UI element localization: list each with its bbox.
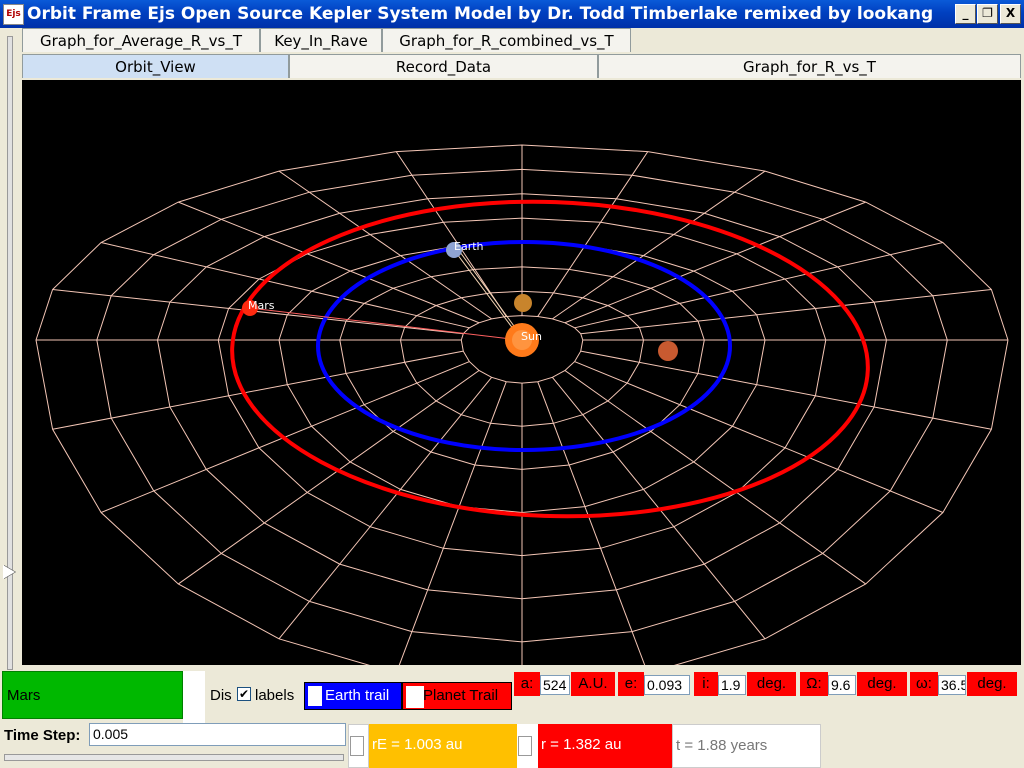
grid-spoke: [178, 201, 480, 324]
grid-spoke: [580, 350, 992, 430]
r-readout: r = 1.382 au: [538, 724, 672, 768]
close-button[interactable]: X: [1000, 4, 1021, 24]
tab-graph-r-vs-t[interactable]: Graph_for_R_vs_T: [598, 54, 1021, 78]
tab-graph-r-combined-vs-t[interactable]: Graph_for_R_combined_vs_T: [382, 28, 631, 52]
planet-select[interactable]: Mars: [2, 671, 183, 719]
re-readout: rE = 1.003 au: [369, 724, 517, 768]
grid-spoke: [395, 381, 507, 674]
grid-spoke: [52, 350, 464, 430]
omega-small-label: ω:: [910, 672, 938, 696]
orbit-scene[interactable]: Earth Mars Sun: [22, 80, 1021, 686]
earth-radius-line: [453, 249, 521, 339]
ejs-logo-icon: Ejs: [3, 4, 24, 25]
display-label: Dis: [210, 687, 232, 704]
tab-record-data[interactable]: Record_Data: [289, 54, 598, 78]
labels-checkbox[interactable]: ✔: [237, 687, 251, 701]
time-step-input[interactable]: 0.005: [89, 723, 346, 746]
re-color-swatch: [350, 736, 364, 756]
sun-label: Sun: [521, 330, 542, 343]
a-unit: A.U.: [571, 672, 615, 696]
tab-graph-average-r-vs-t[interactable]: Graph_for_Average_R_vs_T: [22, 28, 260, 52]
t-readout: t = 1.88 years: [672, 724, 821, 768]
omega-big-label: Ω:: [800, 672, 828, 696]
e-label: e:: [618, 672, 644, 696]
i-unit: deg.: [747, 672, 796, 696]
planet-trail-label: Planet Trail: [423, 687, 499, 704]
planet-trail-toggle[interactable]: Planet Trail: [402, 682, 512, 710]
earth-trail-swatch: [308, 686, 322, 706]
omega-small-unit: deg.: [967, 672, 1017, 696]
mars-label: Mars: [248, 299, 275, 312]
a-input[interactable]: 524: [540, 675, 570, 695]
mercury-planet: [514, 294, 532, 312]
earth-label: Earth: [454, 240, 484, 253]
earth-radius-line-2: [459, 251, 523, 338]
earth-trail-toggle[interactable]: Earth trail: [304, 682, 402, 710]
omega-big-input[interactable]: 9.6: [828, 675, 856, 695]
earth-trail-label: Earth trail: [325, 687, 390, 704]
grid-spoke: [564, 370, 866, 585]
polar-grid: [35, 144, 1009, 686]
mars-radius-line: [249, 307, 521, 341]
planet-select-arrow[interactable]: [183, 671, 205, 723]
grid-spoke: [395, 151, 507, 317]
tab-orbit-view[interactable]: Orbit_View: [22, 54, 289, 78]
restore-button[interactable]: ❐: [977, 4, 998, 24]
window-title: Orbit Frame Ejs Open Source Kepler Syste…: [27, 4, 934, 24]
tab-key-in-rave[interactable]: Key_In_Rave: [260, 28, 382, 52]
orbit-view-canvas[interactable]: Earth Mars Sun: [22, 80, 1021, 686]
grid-spoke: [537, 151, 649, 317]
vertical-slider[interactable]: [0, 28, 20, 670]
r-color-swatch: [518, 736, 532, 756]
time-step-label: Time Step:: [4, 727, 81, 744]
grid-spoke: [178, 370, 480, 585]
slider-thumb[interactable]: [3, 565, 15, 579]
e-input[interactable]: 0.093: [644, 675, 690, 695]
grid-spoke: [580, 289, 992, 335]
grid-spoke: [537, 381, 649, 674]
title-bar: Ejs Orbit Frame Ejs Open Source Kepler S…: [0, 0, 1024, 28]
i-input[interactable]: 1.9: [718, 675, 746, 695]
a-label: a:: [514, 672, 540, 696]
omega-big-unit: deg.: [857, 672, 907, 696]
planet-trail-swatch: [406, 686, 424, 708]
minimize-button[interactable]: _: [955, 4, 976, 24]
omega-small-input[interactable]: 36.5: [938, 675, 966, 695]
venus-planet: [658, 341, 678, 361]
progress-bar: [4, 754, 344, 761]
labels-checkbox-label: labels: [255, 687, 295, 704]
i-label: i:: [694, 672, 718, 696]
